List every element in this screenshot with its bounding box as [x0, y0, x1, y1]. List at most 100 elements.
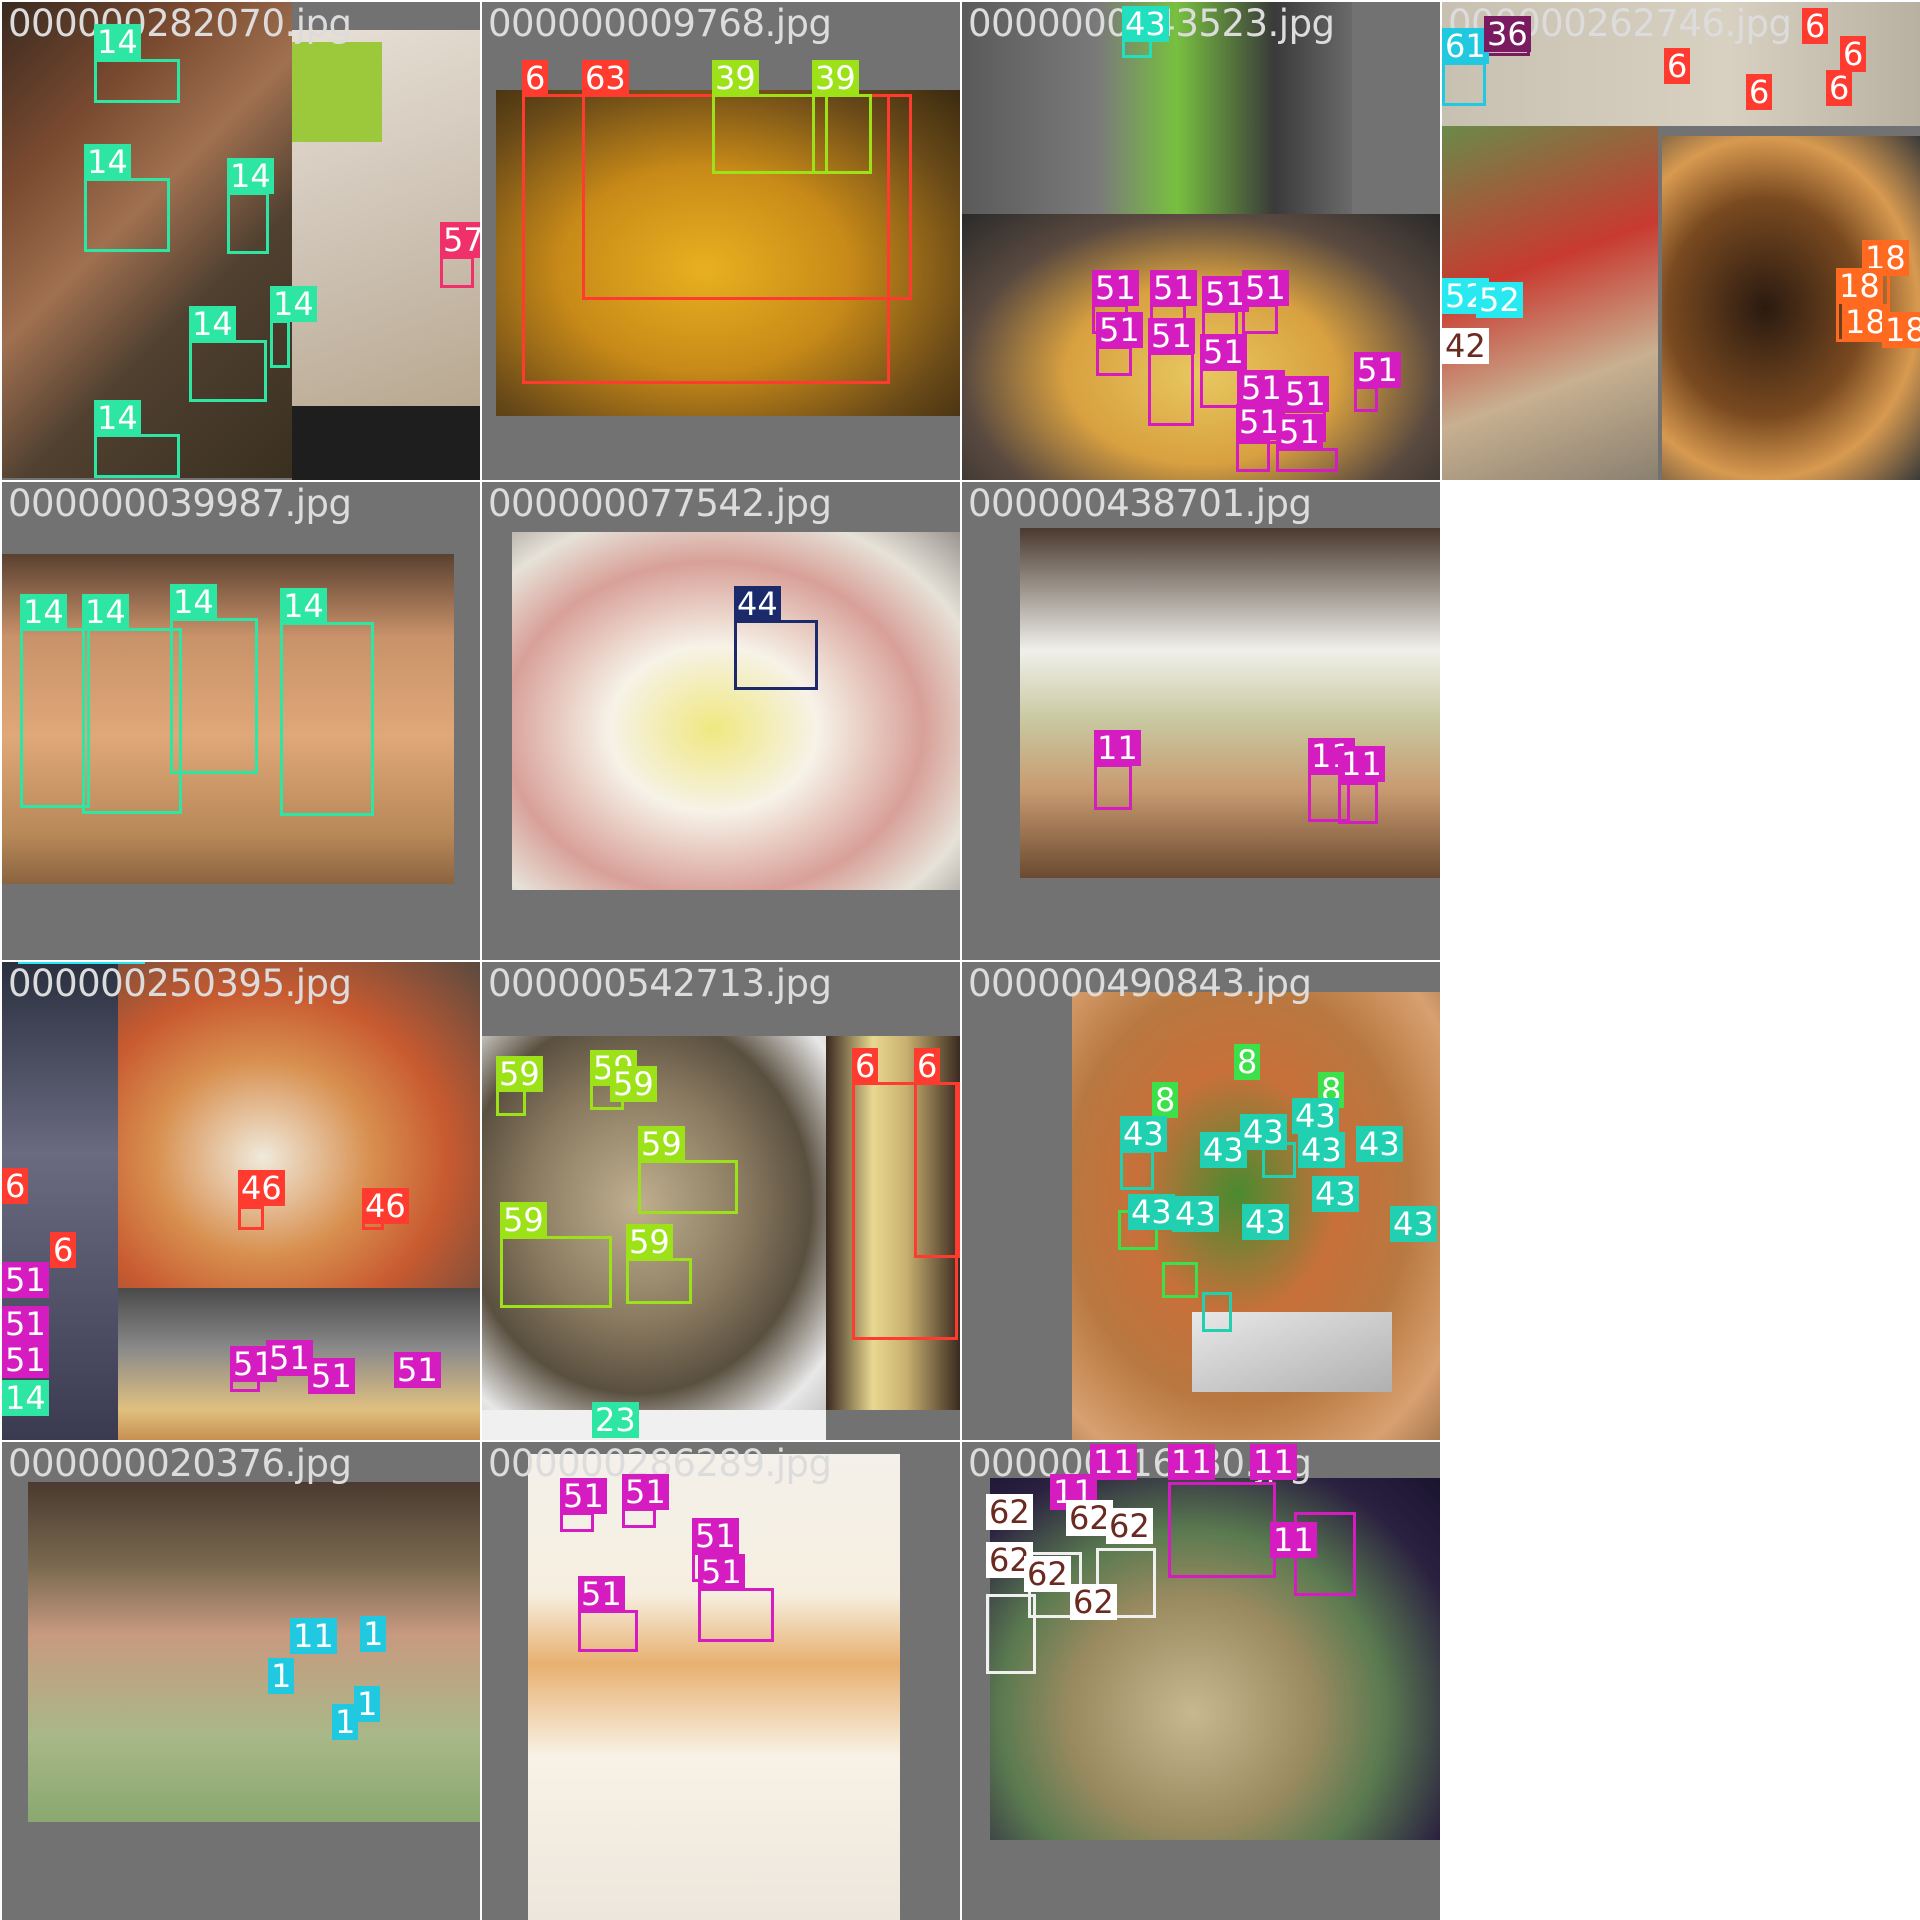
class-label: 51	[308, 1358, 355, 1394]
class-label: 51	[2, 1262, 49, 1298]
gift-bag	[292, 42, 382, 142]
mosaic-tile: 000000116730.jpg 11 11 11 11 11 62 62 62…	[962, 1442, 1440, 1920]
class-label: 43	[1242, 1204, 1289, 1240]
class-label: 32	[54, 962, 101, 964]
class-label: 11	[1250, 1444, 1297, 1480]
class-label: 43	[1128, 1194, 1175, 1230]
bounding-box	[440, 256, 474, 288]
class-label: 51	[2, 1306, 49, 1342]
class-label: 44	[734, 586, 781, 622]
class-label: 51	[692, 1518, 739, 1554]
class-label: 42	[1442, 328, 1489, 364]
class-label: 1	[332, 1704, 359, 1740]
bounding-box	[1168, 1482, 1276, 1578]
bounding-box	[1202, 1292, 1232, 1332]
class-label: 59	[500, 1202, 547, 1238]
mosaic-tile: 000000039987.jpg 14 14 14 14	[2, 482, 480, 960]
class-label: 51	[2, 1342, 49, 1378]
mosaic-tile: 000000286289.jpg 51 51 51 51 51	[482, 1442, 960, 1920]
class-label: 11	[1270, 1522, 1317, 1558]
bounding-box	[1162, 1262, 1198, 1298]
bounding-box	[280, 622, 374, 816]
bounding-box	[1442, 62, 1486, 106]
bounding-box	[94, 434, 180, 478]
class-label: 43	[1122, 6, 1169, 42]
class-label: 6	[50, 1232, 77, 1268]
mosaic-tile: 000000020376.jpg 11 1 1 1 1	[2, 1442, 480, 1920]
class-label: 1	[360, 1616, 387, 1652]
bounding-box	[1276, 448, 1338, 472]
class-label: 32	[98, 962, 145, 964]
pizza-pasta-photo	[118, 962, 480, 1288]
filename-label: 000000438701.jpg	[968, 482, 1312, 525]
class-label: 46	[238, 1170, 285, 1206]
class-label: 6	[522, 60, 549, 96]
class-label: 14	[94, 24, 141, 60]
class-label: 8	[1152, 1082, 1179, 1118]
class-label: 6	[1664, 48, 1691, 84]
class-label: 51	[1238, 370, 1285, 406]
mosaic-tile: 0000000943523.jpg 43 51 51 51 51 51 51 5…	[962, 2, 1440, 480]
class-label: 57	[440, 222, 480, 258]
bounding-box	[1096, 346, 1132, 376]
class-label: 51	[1148, 318, 1195, 354]
class-label: 11	[1090, 1444, 1137, 1480]
class-label: 51	[266, 1340, 313, 1376]
class-label: 51	[622, 1474, 669, 1510]
filename-label: 000000009768.jpg	[488, 2, 832, 45]
mosaic-tile: 000000077542.jpg 44	[482, 482, 960, 960]
class-label: 11	[1168, 1444, 1215, 1480]
class-label: 51	[1354, 352, 1401, 388]
class-label: 6	[1746, 74, 1773, 110]
class-label: 51	[698, 1554, 745, 1590]
class-label: 1	[268, 1658, 295, 1694]
class-label: 43	[1120, 1116, 1167, 1152]
class-label: 46	[362, 1188, 409, 1224]
class-label: 6	[1802, 8, 1829, 44]
paper-photo	[482, 1410, 826, 1440]
class-label: 39	[712, 60, 759, 96]
filename-label: 000000020376.jpg	[8, 1442, 352, 1485]
class-label: 14	[20, 594, 67, 630]
class-label: 6	[852, 1048, 879, 1084]
mosaic-tile: 000000490843.jpg 8 8 8 43 43 43 43 43 43…	[962, 962, 1440, 1440]
bounding-box	[712, 94, 828, 174]
class-label: 51	[1282, 376, 1329, 412]
class-label: 62	[1024, 1556, 1071, 1592]
bounding-box	[734, 620, 818, 690]
bounding-box	[1094, 764, 1132, 810]
class-label: 6	[1826, 70, 1853, 106]
class-label: 14	[170, 584, 217, 620]
mosaic-tile: 000000262746.jpg 61 36 6 6 6 6 6 18 18 1…	[1442, 2, 1920, 480]
class-label: 51	[578, 1576, 625, 1612]
class-label: 36	[1484, 16, 1531, 52]
class-label: 14	[280, 588, 327, 624]
class-label: 8	[1234, 1044, 1261, 1080]
class-label: 59	[496, 1056, 543, 1092]
class-label: 51	[1276, 414, 1323, 450]
class-label: 43	[1298, 1132, 1345, 1168]
filename-label: 000000250395.jpg	[8, 962, 352, 1005]
class-label: 52	[1476, 282, 1523, 318]
bounding-box	[698, 1588, 774, 1642]
class-label: 51	[1150, 270, 1197, 306]
class-label: 18	[1836, 268, 1883, 304]
mosaic-tile: 000000250395.jpg 32 32 32 46 46 6 6 51 5…	[2, 962, 480, 1440]
bounding-box	[1354, 386, 1378, 412]
bounding-box	[638, 1160, 738, 1214]
class-label: 6	[914, 1048, 941, 1084]
filename-label: 000000077542.jpg	[488, 482, 832, 525]
class-label: 14	[270, 286, 317, 322]
class-label: 6	[1840, 36, 1867, 72]
bounding-box	[500, 1236, 612, 1308]
bounding-box	[1236, 438, 1270, 472]
filename-label: 000000282070.jpg	[8, 2, 352, 45]
bounding-box	[560, 1512, 594, 1532]
class-label: 6	[2, 1168, 29, 1204]
class-label: 51	[1092, 270, 1139, 306]
bounding-box	[82, 628, 182, 814]
filename-label: 000000490843.jpg	[968, 962, 1312, 1005]
bounding-box	[578, 1610, 638, 1652]
class-label: 23	[592, 1402, 639, 1438]
class-label: 59	[638, 1126, 685, 1162]
